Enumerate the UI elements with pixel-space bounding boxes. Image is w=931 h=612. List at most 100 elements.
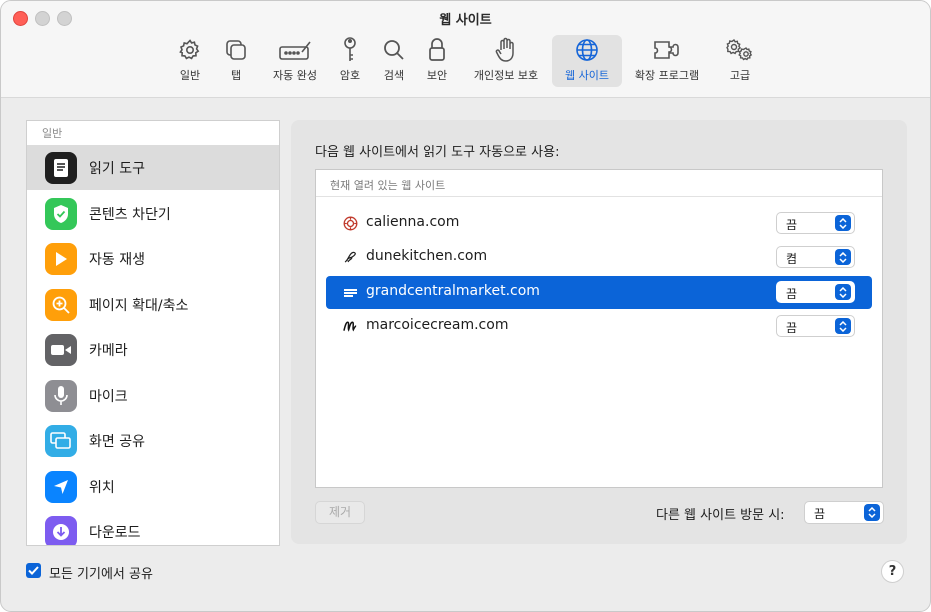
tab-websites[interactable]: 웹 사이트 (552, 35, 622, 87)
tab-extensions[interactable]: 확장 프로그램 (629, 35, 705, 87)
chevron-updown-icon (835, 284, 851, 300)
website-domain: grandcentralmarket.com (366, 283, 540, 299)
popup-value: 끔 (786, 321, 798, 335)
tab-search[interactable]: 검색 (379, 35, 409, 87)
puzzle-icon (652, 35, 682, 65)
grandcentral-favicon-icon (343, 285, 358, 300)
gears-icon (724, 35, 756, 65)
tab-tabs[interactable]: 탭 (220, 35, 252, 87)
share-across-devices-checkbox[interactable] (26, 563, 41, 578)
checkmark-icon (28, 566, 39, 575)
tab-extensions-label: 확장 프로그램 (634, 69, 700, 82)
play-icon (45, 242, 77, 275)
download-icon (45, 515, 77, 545)
tab-tabs-label: 탭 (230, 69, 242, 82)
help-button[interactable]: ? (881, 560, 904, 583)
screen-share-icon (45, 424, 77, 457)
marco-favicon-icon (343, 319, 358, 334)
sidebar-item-microphone[interactable]: 마이크 (27, 373, 279, 418)
table-row[interactable]: marcoicecream.com 끔 (326, 310, 872, 343)
tab-general-label: 일반 (179, 69, 201, 82)
titlebar: 웹 사이트 일반 탭 자동 완성 암호 검색 보안 개인정보 보호 웹 사이트 … (1, 1, 930, 98)
tab-privacy[interactable]: 개인정보 보호 (467, 35, 545, 87)
website-domain: calienna.com (366, 214, 460, 230)
tab-autofill-label: 자동 완성 (273, 69, 317, 82)
table-header: 현재 열려 있는 웹 사이트 (316, 170, 882, 197)
chevron-updown-icon (864, 504, 880, 521)
autofill-icon (278, 35, 312, 65)
sidebar-item-page-zoom[interactable]: 페이지 확대/축소 (27, 282, 279, 327)
tab-advanced-label: 고급 (729, 69, 751, 82)
sidebar-item-label: 콘텐츠 차단기 (89, 206, 171, 223)
reader-setting-popup[interactable]: 켬 (776, 246, 855, 268)
sidebar-item-label: 카메라 (89, 342, 128, 359)
microphone-icon (45, 379, 77, 412)
zoom-icon (45, 288, 77, 321)
tab-privacy-label: 개인정보 보호 (473, 69, 539, 82)
chevron-updown-icon (835, 318, 851, 334)
sidebar-item-label: 위치 (89, 479, 115, 496)
panel-title: 다음 웹 사이트에서 읽기 도구 자동으로 사용: (315, 145, 560, 160)
reader-icon (45, 151, 77, 184)
sidebar-item-label: 화면 공유 (89, 433, 145, 450)
share-across-devices-label: 모든 기기에서 공유 (49, 567, 153, 582)
hand-icon (495, 35, 517, 65)
website-domain: dunekitchen.com (366, 248, 488, 264)
sidebar-item-label: 자동 재생 (89, 251, 145, 268)
other-websites-popup[interactable]: 끔 (804, 501, 884, 524)
tab-advanced[interactable]: 고급 (722, 35, 758, 87)
tab-passwords[interactable]: 암호 (335, 35, 365, 87)
table-row[interactable]: dunekitchen.com 켬 (326, 241, 872, 274)
tab-security-label: 보안 (426, 69, 448, 82)
sidebar-item-label: 읽기 도구 (89, 160, 145, 177)
tab-websites-label: 웹 사이트 (565, 69, 609, 82)
sidebar-item-reader[interactable]: 읽기 도구 (27, 145, 279, 190)
popup-value: 끔 (786, 218, 798, 232)
popup-value: 끔 (786, 287, 798, 301)
settings-panel: 다음 웹 사이트에서 읽기 도구 자동으로 사용: 현재 열려 있는 웹 사이트… (291, 120, 907, 544)
tabs-icon (224, 35, 248, 65)
website-domain: marcoicecream.com (366, 317, 509, 333)
window-title: 웹 사이트 (439, 13, 492, 28)
tab-passwords-label: 암호 (339, 69, 361, 82)
websites-table[interactable]: 현재 열려 있는 웹 사이트 calienna.com 끔 dunekitche… (315, 169, 883, 488)
globe-icon (574, 35, 600, 65)
lock-icon (427, 35, 447, 65)
location-icon (45, 470, 77, 503)
key-icon (340, 35, 360, 65)
sidebar-item-label: 마이크 (89, 388, 128, 405)
reader-setting-popup[interactable]: 끔 (776, 212, 855, 234)
tab-security[interactable]: 보안 (422, 35, 452, 87)
sidebar-item-screen-sharing[interactable]: 화면 공유 (27, 418, 279, 463)
preferences-window: 웹 사이트 일반 탭 자동 완성 암호 검색 보안 개인정보 보호 웹 사이트 … (0, 0, 931, 612)
sidebar-item-label: 다운로드 (89, 524, 141, 541)
sidebar-item-downloads[interactable]: 다운로드 (27, 509, 279, 545)
remove-button[interactable]: 제거 (315, 501, 365, 524)
table-header-label: 현재 열려 있는 웹 사이트 (330, 179, 446, 192)
search-icon (382, 35, 406, 65)
dunekitchen-favicon-icon (343, 250, 358, 265)
sidebar-section-header: 일반 (42, 127, 63, 140)
sidebar-item-label: 페이지 확대/축소 (89, 297, 189, 314)
shield-check-icon (45, 197, 77, 230)
chevron-updown-icon (835, 249, 851, 265)
tab-general[interactable]: 일반 (171, 35, 209, 87)
reader-setting-popup[interactable]: 끔 (776, 315, 855, 337)
sidebar-item-autoplay[interactable]: 자동 재생 (27, 236, 279, 281)
sidebar: 일반 읽기 도구 콘텐츠 차단기 자동 재생 페이지 확대/축소 카메라 마이크… (26, 120, 280, 546)
chevron-updown-icon (835, 215, 851, 231)
calienna-favicon-icon (343, 216, 358, 231)
sidebar-item-content-blockers[interactable]: 콘텐츠 차단기 (27, 191, 279, 236)
tab-autofill[interactable]: 자동 완성 (267, 35, 323, 87)
reader-setting-popup[interactable]: 끔 (776, 281, 855, 303)
other-websites-label: 다른 웹 사이트 방문 시: (656, 508, 785, 523)
gear-icon (178, 35, 202, 65)
sidebar-item-location[interactable]: 위치 (27, 464, 279, 509)
popup-value: 켬 (786, 252, 798, 266)
popup-value: 끔 (814, 507, 826, 521)
camera-icon (45, 333, 77, 366)
tab-search-label: 검색 (383, 69, 405, 82)
sidebar-item-camera[interactable]: 카메라 (27, 327, 279, 372)
table-row[interactable]: grandcentralmarket.com 끔 (326, 276, 872, 309)
table-row[interactable]: calienna.com 끔 (326, 207, 872, 240)
